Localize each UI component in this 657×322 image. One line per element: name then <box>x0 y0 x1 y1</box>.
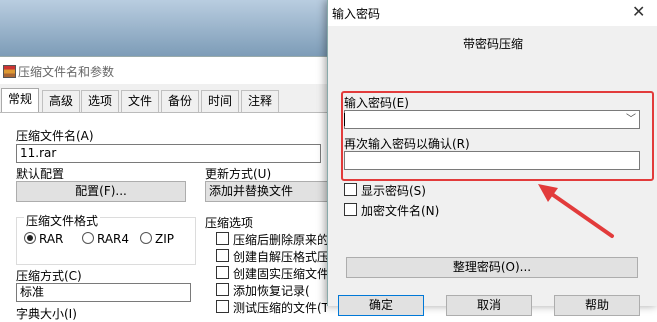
checkbox-icon <box>216 300 229 313</box>
annotation-arrow-icon <box>538 184 614 238</box>
window-title: 压缩文件名和参数 <box>18 65 115 79</box>
dialog-title: 输入密码 <box>332 7 381 21</box>
method-select[interactable]: 标准 <box>16 283 191 302</box>
checkbox-icon <box>344 183 357 196</box>
tab-options[interactable]: 选项 <box>81 90 120 112</box>
encrypt-names-checkbox[interactable]: 加密文件名(N) <box>344 202 439 219</box>
archive-params-window: 压缩文件名和参数 常规 高级 选项 文件 备份 时间 注释 压缩文件名(A) 1… <box>0 56 341 321</box>
option-label: 压缩后删除原来的文 <box>233 233 342 247</box>
title-bar: 压缩文件名和参数 <box>0 57 336 84</box>
tab-comment[interactable]: 注释 <box>241 90 280 112</box>
checkbox-icon <box>216 249 229 262</box>
dialog-heading: 带密码压缩 <box>462 37 523 51</box>
radio-icon <box>140 232 152 244</box>
close-icon[interactable]: ✕ <box>632 2 645 21</box>
option-label: 添加恢复记录( <box>233 284 310 298</box>
option-label: 创建自解压格式压缩 <box>233 250 342 264</box>
default-config-label: 默认配置 <box>16 167 65 181</box>
organize-passwords-button[interactable]: 整理密码(O)... <box>346 257 638 278</box>
tab-strip: 常规 高级 选项 文件 备份 时间 注释 <box>0 88 336 112</box>
dialog-title-bar: 输入密码 ✕ <box>328 0 657 26</box>
checkbox-icon <box>216 266 229 279</box>
general-panel: 压缩文件名(A) 11.rar 默认配置 配置(F)... 更新方式(U) 添加… <box>0 112 341 321</box>
format-rar-label: RAR <box>39 232 64 246</box>
update-mode-label: 更新方式(U) <box>205 167 272 181</box>
encrypt-names-label: 加密文件名(N) <box>361 204 440 218</box>
method-label: 压缩方式(C) <box>16 269 82 283</box>
format-rar4-label: RAR4 <box>97 232 130 246</box>
option-label: 测试压缩的文件(T <box>233 301 330 315</box>
tab-time[interactable]: 时间 <box>201 90 240 112</box>
format-zip-radio[interactable]: ZIP <box>140 232 174 246</box>
radio-icon <box>82 232 94 244</box>
option-recovery[interactable]: 添加恢复记录( <box>216 282 310 299</box>
annotation-highlight-box <box>341 91 654 181</box>
checkbox-icon <box>216 232 229 245</box>
config-button[interactable]: 配置(F)... <box>16 181 186 202</box>
update-mode-select[interactable]: 添加并替换文件 <box>205 181 335 202</box>
tab-advanced[interactable]: 高级 <box>42 90 81 112</box>
dict-size-label: 字典大小(I) <box>16 307 77 321</box>
radio-selected-icon <box>24 232 36 244</box>
option-delete[interactable]: 压缩后删除原来的文 <box>216 231 341 248</box>
format-label: 压缩文件格式 <box>24 212 101 229</box>
tab-general[interactable]: 常规 <box>1 88 40 112</box>
options-label: 压缩选项 <box>205 216 254 230</box>
format-rar-radio[interactable]: RAR <box>24 232 63 246</box>
archive-name-field[interactable]: 11.rar <box>16 144 321 163</box>
checkbox-icon <box>344 203 357 216</box>
option-sfx[interactable]: 创建自解压格式压缩 <box>216 248 341 265</box>
password-dialog: 输入密码 ✕ 带密码压缩 输入密码(E) ﹀ 再次输入密码以确认(R) 显示密码… <box>327 0 657 316</box>
format-rar4-radio[interactable]: RAR4 <box>82 232 129 246</box>
option-label: 创建固实压缩文件( <box>233 267 334 281</box>
archive-name-label: 压缩文件名(A) <box>16 129 94 143</box>
winrar-logo-icon <box>3 65 16 78</box>
option-solid[interactable]: 创建固实压缩文件( <box>216 265 334 282</box>
tab-backup[interactable]: 备份 <box>161 90 200 112</box>
show-password-label: 显示密码(S) <box>361 184 426 198</box>
checkbox-icon <box>216 283 229 296</box>
show-password-checkbox[interactable]: 显示密码(S) <box>344 182 426 199</box>
option-test[interactable]: 测试压缩的文件(T <box>216 299 329 316</box>
tab-files[interactable]: 文件 <box>121 90 160 112</box>
format-zip-label: ZIP <box>155 232 174 246</box>
